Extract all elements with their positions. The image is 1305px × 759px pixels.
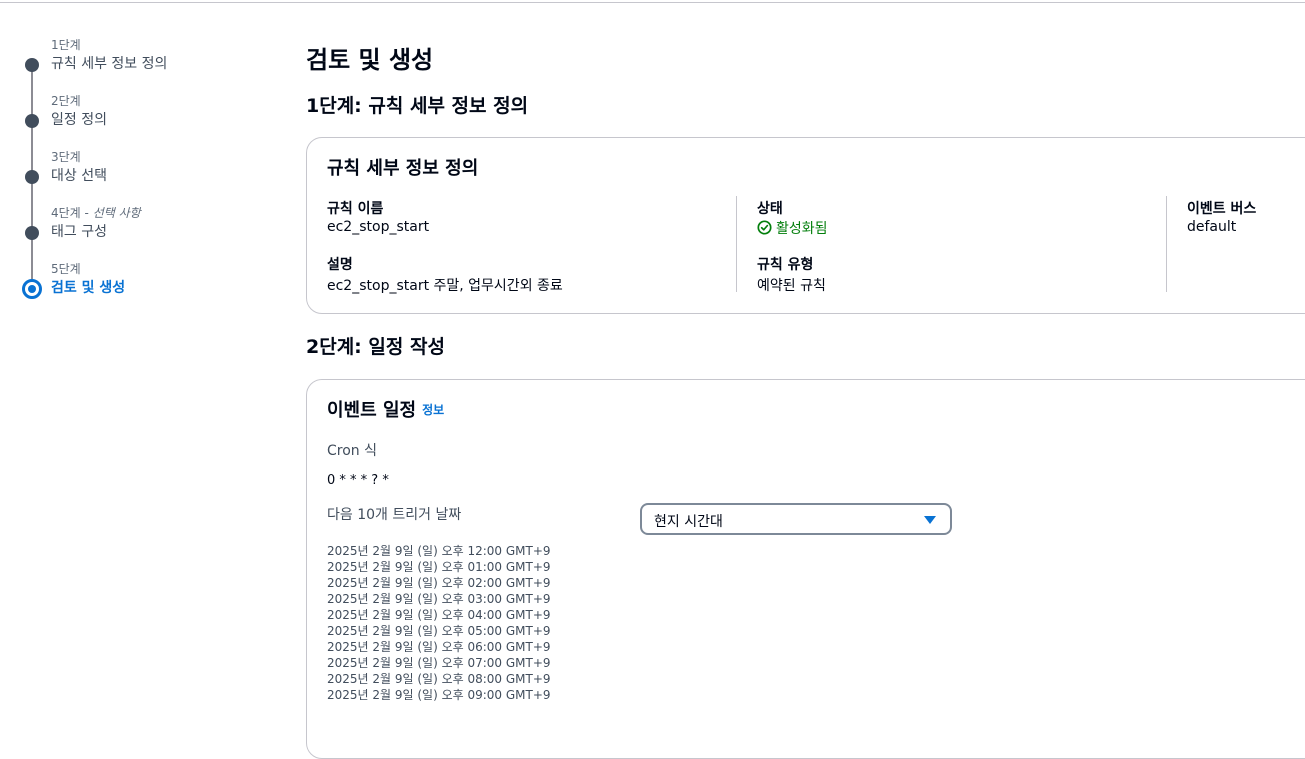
event-bus-value: default [1187,219,1237,235]
trigger-date-item: 2025년 2월 9일 (일) 오후 02:00 GMT+9 [327,576,551,590]
step-label-current: 검토 및 생성 [51,280,126,296]
trigger-date-item: 2025년 2월 9일 (일) 오후 03:00 GMT+9 [327,592,551,606]
cron-label: Cron 식 [327,443,377,459]
rule-name-value: ec2_stop_start [327,219,430,235]
step-optional-tag: 선택 사항 [92,206,141,220]
section-2-title: 2단계: 일정 작성 [306,336,445,358]
rule-details-card-title: 규칙 세부 정보 정의 [327,158,479,179]
status-label: 상태 [757,201,783,217]
step-number: 2단계 [51,94,81,108]
timezone-select[interactable]: 현지 시간대 [640,503,952,535]
event-schedule-title-text: 이벤트 일정 [327,400,417,421]
column-divider [1166,196,1167,292]
status-value: 활성화됨 [757,218,828,238]
cron-expression-value: 0 * * * ? * [327,473,389,488]
trigger-date-item: 2025년 2월 9일 (일) 오후 07:00 GMT+9 [327,656,551,670]
event-schedule-card-title: 이벤트 일정 정보 [327,396,444,422]
status-value-text: 활성화됨 [776,221,828,237]
step-label[interactable]: 태그 구성 [51,221,107,241]
status-success-check-icon [757,220,772,235]
info-link[interactable]: 정보 [422,403,444,417]
wizard-step-1[interactable]: 1단계 규칙 세부 정보 정의 [0,36,270,82]
step-complete-dot-icon [25,114,39,128]
trigger-dates-list: 2025년 2월 9일 (일) 오후 12:00 GMT+9 2025년 2월 … [327,543,551,703]
next-triggers-label: 다음 10개 트리거 날짜 [327,507,462,523]
event-schedule-card: 이벤트 일정 정보 Cron 식 0 * * * ? * 다음 10개 트리거 날… [306,379,1305,759]
step-number: 3단계 [51,150,81,164]
trigger-date-item: 2025년 2월 9일 (일) 오후 01:00 GMT+9 [327,560,551,574]
trigger-date-item: 2025년 2월 9일 (일) 오후 12:00 GMT+9 [327,544,551,558]
step-label[interactable]: 대상 선택 [51,165,107,185]
description-label: 설명 [327,257,353,273]
rule-details-card: 규칙 세부 정보 정의 규칙 이름 ec2_stop_start 설명 ec2_… [306,137,1305,314]
step-complete-dot-icon [25,226,39,240]
wizard-step-2[interactable]: 2단계 일정 정의 [0,92,270,138]
step-complete-dot-icon [25,170,39,184]
description-value: ec2_stop_start 주말, 업무시간외 종료 [327,278,563,294]
trigger-date-item: 2025년 2월 9일 (일) 오후 09:00 GMT+9 [327,688,551,702]
event-bus-label: 이벤트 버스 [1187,201,1257,217]
timezone-select-value: 현지 시간대 [654,514,723,530]
caret-down-icon [924,516,936,524]
section-1-title: 1단계: 규칙 세부 정보 정의 [306,95,529,117]
wizard-step-5-current: 5단계 검토 및 생성 [0,260,270,306]
step-complete-dot-icon [25,58,39,72]
wizard-step-4[interactable]: 4단계 - 선택 사항 태그 구성 [0,204,270,250]
trigger-date-item: 2025년 2월 9일 (일) 오후 05:00 GMT+9 [327,624,551,638]
step-number-text: 4단계 [51,206,81,220]
step-number: 1단계 [51,38,81,52]
wizard-step-3[interactable]: 3단계 대상 선택 [0,148,270,194]
top-divider [0,2,1305,3]
page-title: 검토 및 생성 [306,46,434,74]
column-divider [736,196,737,292]
step-number: 4단계 - 선택 사항 [51,206,141,220]
rule-name-label: 규칙 이름 [327,201,384,217]
step-number: 5단계 [51,262,81,276]
step-label[interactable]: 규칙 세부 정보 정의 [51,53,167,73]
trigger-date-item: 2025년 2월 9일 (일) 오후 04:00 GMT+9 [327,608,551,622]
rule-type-label: 규칙 유형 [757,257,814,273]
trigger-date-item: 2025년 2월 9일 (일) 오후 06:00 GMT+9 [327,640,551,654]
trigger-date-item: 2025년 2월 9일 (일) 오후 08:00 GMT+9 [327,672,551,686]
step-label[interactable]: 일정 정의 [51,109,107,129]
rule-type-value: 예약된 규칙 [757,278,826,294]
step-current-dot-icon [22,279,42,299]
